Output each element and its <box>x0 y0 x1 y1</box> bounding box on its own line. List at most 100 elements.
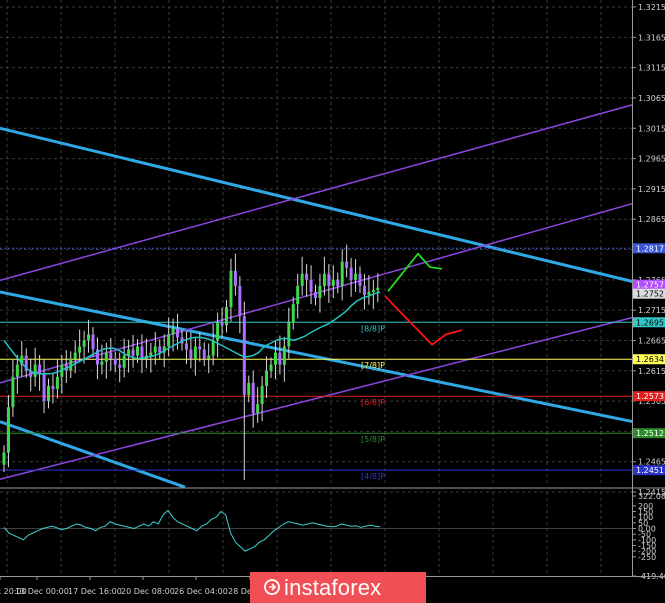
candle-body-56 <box>251 382 255 414</box>
candle-body-53 <box>238 285 242 317</box>
price-tag-0: 1.2817 <box>633 243 665 254</box>
candle-body-72 <box>322 273 326 286</box>
candle-body-71 <box>318 285 322 298</box>
candle-body-24 <box>109 352 113 359</box>
price-tag-2: 1.2752 <box>633 288 665 299</box>
candle-body-67 <box>300 273 304 286</box>
murrey-level-label-3: [5/8]P <box>361 435 385 444</box>
candle-body-74 <box>331 279 335 286</box>
candle-body-80 <box>358 273 362 286</box>
time-tick-label-3: 20 Dec 08:00 <box>121 587 175 596</box>
candle-body-51 <box>229 270 233 308</box>
price-tag-label-6: 1.2512 <box>636 429 664 438</box>
candle-body-83 <box>371 290 375 292</box>
purple-channel-line-2 <box>0 316 634 480</box>
candle-body-44 <box>198 346 202 350</box>
candle-body-38 <box>171 328 175 335</box>
candle-body-46 <box>207 355 211 359</box>
axes: 1.3215 1.3165 1.3115 1.3065 1.3015 1.2965 1.29… <box>0 0 665 596</box>
candle-body-59 <box>265 370 269 386</box>
candle-body-9 <box>42 373 46 402</box>
time-tick-label-1: 13 Dec 00:00 <box>15 587 69 596</box>
price-tag-5: 1.2573 <box>633 391 665 402</box>
candle-body-16 <box>73 352 77 359</box>
price-tick-label-6: 1.2915 <box>638 185 665 194</box>
candle-body-33 <box>149 352 153 356</box>
candle-body-45 <box>202 349 206 359</box>
osc-tick-label-0: 322.0898 <box>638 492 665 501</box>
candle-body-60 <box>269 364 273 371</box>
candle-body-39 <box>176 328 180 338</box>
candle-body-7 <box>33 364 37 377</box>
price-tag-label-4: 1.2634 <box>636 355 664 364</box>
candle-body-27 <box>122 355 126 368</box>
candle-body-47 <box>211 340 215 356</box>
candle-body-43 <box>193 346 197 359</box>
candle-body-49 <box>220 322 224 326</box>
candle-body-52 <box>233 270 237 286</box>
price-tag-label-3: 1.2695 <box>636 318 664 327</box>
price-tick-label-1: 1.3165 <box>638 33 665 42</box>
candle-body-68 <box>305 273 309 280</box>
candle-body-30 <box>136 346 139 356</box>
candle-body-48 <box>216 322 220 341</box>
price-tag-4: 1.2634 <box>633 354 665 365</box>
price-tick-label-2: 1.3115 <box>638 64 665 73</box>
candle-body-34 <box>153 346 157 353</box>
candle-body-37 <box>167 334 171 347</box>
candlesticks <box>2 244 380 480</box>
candle-body-23 <box>104 352 108 362</box>
candle-body-20 <box>91 334 95 350</box>
candle-body-75 <box>336 279 340 286</box>
candle-body-2 <box>11 376 15 408</box>
candle-body-65 <box>291 304 295 323</box>
candle-body-82 <box>367 291 371 295</box>
time-tick-label-2: 17 Dec 16:00 <box>68 587 122 596</box>
osc-line <box>3 509 381 552</box>
murrey-level-label-0: [8/8]P <box>361 324 385 333</box>
price-tick-label-7: 1.2865 <box>638 215 665 224</box>
price-tag-1: 1.2757 <box>633 279 665 290</box>
candle-body-55 <box>247 382 251 395</box>
candle-body-78 <box>349 267 353 280</box>
murrey-levels: [8/8]P [7/8]P [6/8]P [5/8]P [4/8]P <box>0 247 632 481</box>
candle-body-58 <box>260 385 264 405</box>
logo-text: instaforex <box>284 574 382 600</box>
instaforex-logo: instaforex <box>250 572 426 603</box>
candle-body-0 <box>2 452 6 465</box>
candle-body-79 <box>354 273 358 280</box>
blue-trend-line-0 <box>0 126 634 284</box>
candle-body-62 <box>278 352 282 365</box>
candle-body-18 <box>82 340 86 347</box>
price-tag-label-7: 1.2451 <box>636 466 664 475</box>
price-tick-label-4: 1.3015 <box>638 124 665 133</box>
purple-channel-line-0 <box>0 103 634 282</box>
forecast-arrows <box>384 252 463 346</box>
price-tag-label-5: 1.2573 <box>636 392 664 401</box>
osc-tick-label-10: -250 <box>638 553 656 562</box>
candle-body-64 <box>287 322 291 347</box>
price-tag-label-1: 1.2757 <box>636 281 664 290</box>
candle-body-42 <box>189 349 193 359</box>
candle-body-17 <box>78 346 82 353</box>
price-tick-label-11: 1.2665 <box>638 336 665 345</box>
down-forecast-arrow <box>384 295 463 346</box>
price-tick-label-3: 1.3065 <box>638 94 665 103</box>
candle-body-12 <box>55 376 59 389</box>
price-tick-label-0: 1.3215 <box>638 3 665 12</box>
candle-body-77 <box>345 261 349 268</box>
candle-body-35 <box>158 346 162 353</box>
chart-canvas[interactable]: [8/8]P[7/8]P[6/8]P[5/8]P[4/8]P 1.32151.3… <box>0 0 665 603</box>
candle-body-1 <box>6 407 10 453</box>
price-tag-label-2: 1.2752 <box>636 290 664 299</box>
candle-body-61 <box>273 352 277 365</box>
candle-body-25 <box>113 358 117 365</box>
price-tick-label-12: 1.2615 <box>638 367 665 376</box>
candle-body-11 <box>51 385 55 389</box>
candle-body-19 <box>87 334 91 341</box>
candle-body-57 <box>256 404 260 414</box>
murrey-level-label-2: [6/8]P <box>361 398 385 407</box>
candle-body-70 <box>314 291 317 298</box>
candle-body-8 <box>38 364 42 374</box>
price-tag-3: 1.2695 <box>633 317 665 328</box>
